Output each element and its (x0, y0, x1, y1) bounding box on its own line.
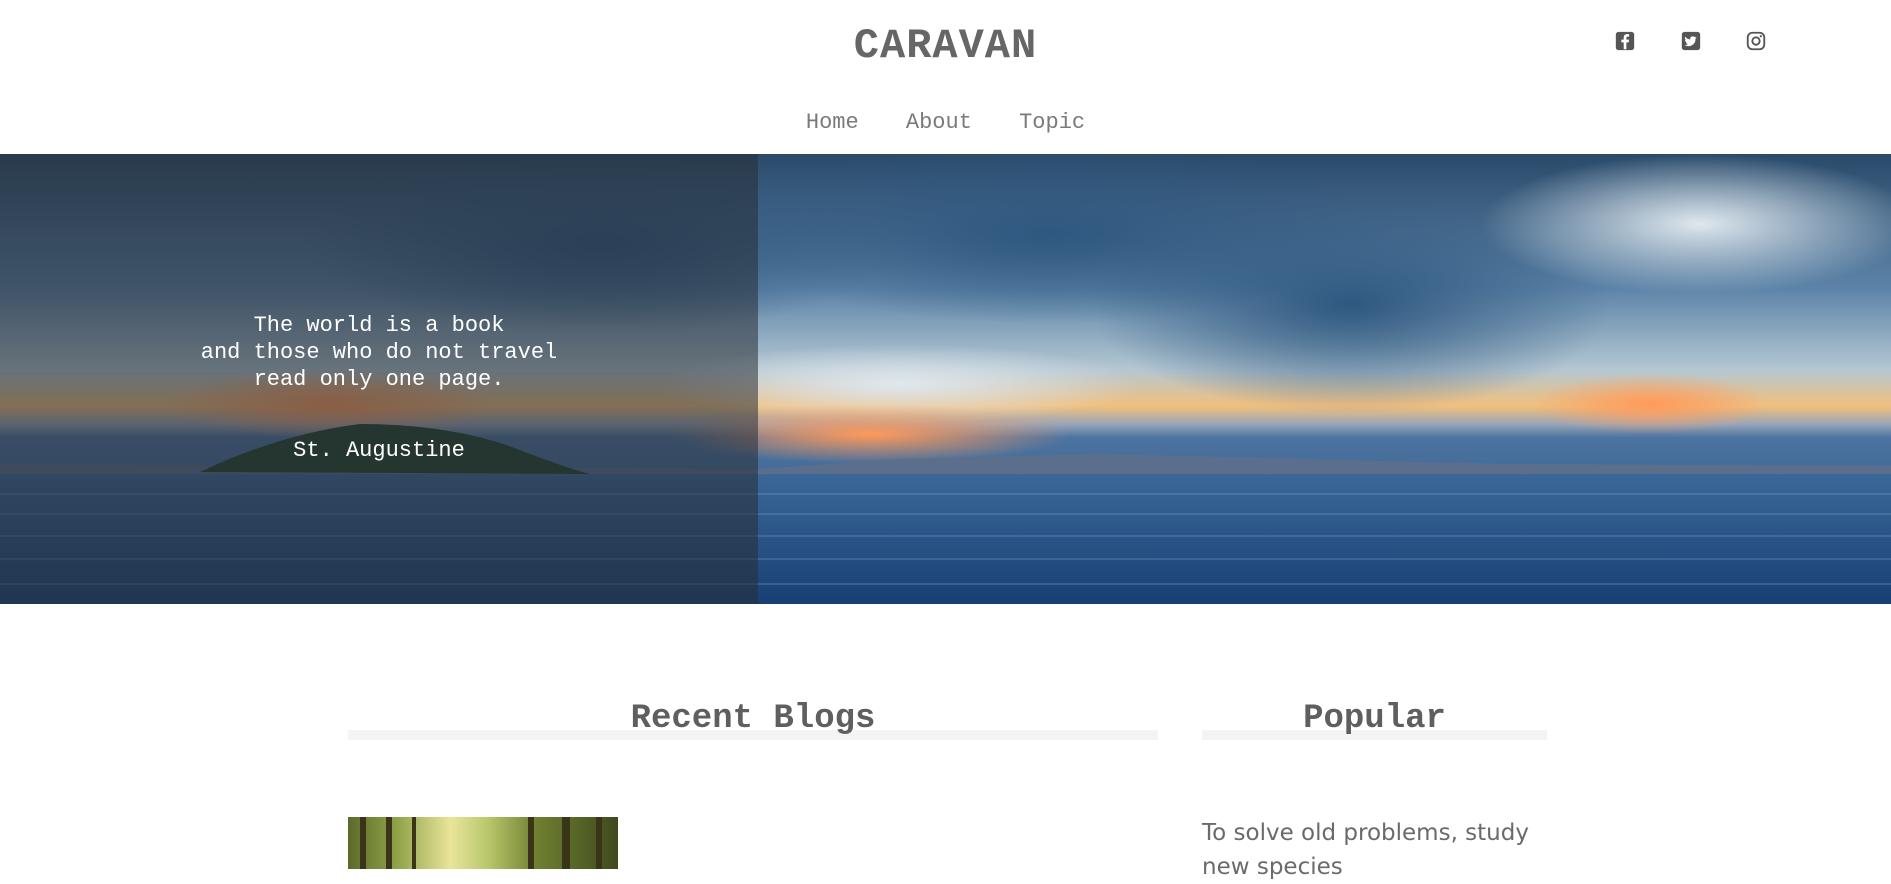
nav-item-about[interactable]: About (906, 110, 972, 135)
popular-heading: Popular (1303, 700, 1446, 738)
facebook-icon[interactable] (1614, 30, 1636, 52)
popular-post-link[interactable]: To solve old problems, study new species (1202, 816, 1532, 884)
recent-blogs-heading: Recent Blogs (630, 700, 876, 738)
hero-banner: The world is a book and those who do not… (0, 154, 1891, 604)
tree-trunk (412, 817, 416, 869)
nav-item-home[interactable]: Home (806, 110, 859, 135)
tree-trunk (360, 817, 366, 869)
quote-line: The world is a book (253, 313, 505, 338)
blog-thumbnail[interactable] (348, 817, 618, 869)
quote-author: St. Augustine (293, 438, 465, 463)
quote-line: and those who do not travel (200, 340, 558, 365)
site-header: CARAVAN Home About Topic (0, 0, 1891, 154)
quote-line: read only one page. (253, 367, 505, 392)
tree-trunk (562, 817, 570, 869)
hero-quote: The world is a book and those who do not… (0, 312, 758, 393)
tree-trunk (596, 817, 602, 869)
tree-trunk (386, 817, 392, 869)
social-links (0, 30, 1891, 60)
twitter-icon[interactable] (1680, 30, 1702, 52)
tree-trunk (528, 817, 534, 869)
main-nav: Home About Topic (0, 110, 1891, 135)
nav-item-topic[interactable]: Topic (1019, 110, 1085, 135)
instagram-icon[interactable] (1745, 30, 1767, 52)
